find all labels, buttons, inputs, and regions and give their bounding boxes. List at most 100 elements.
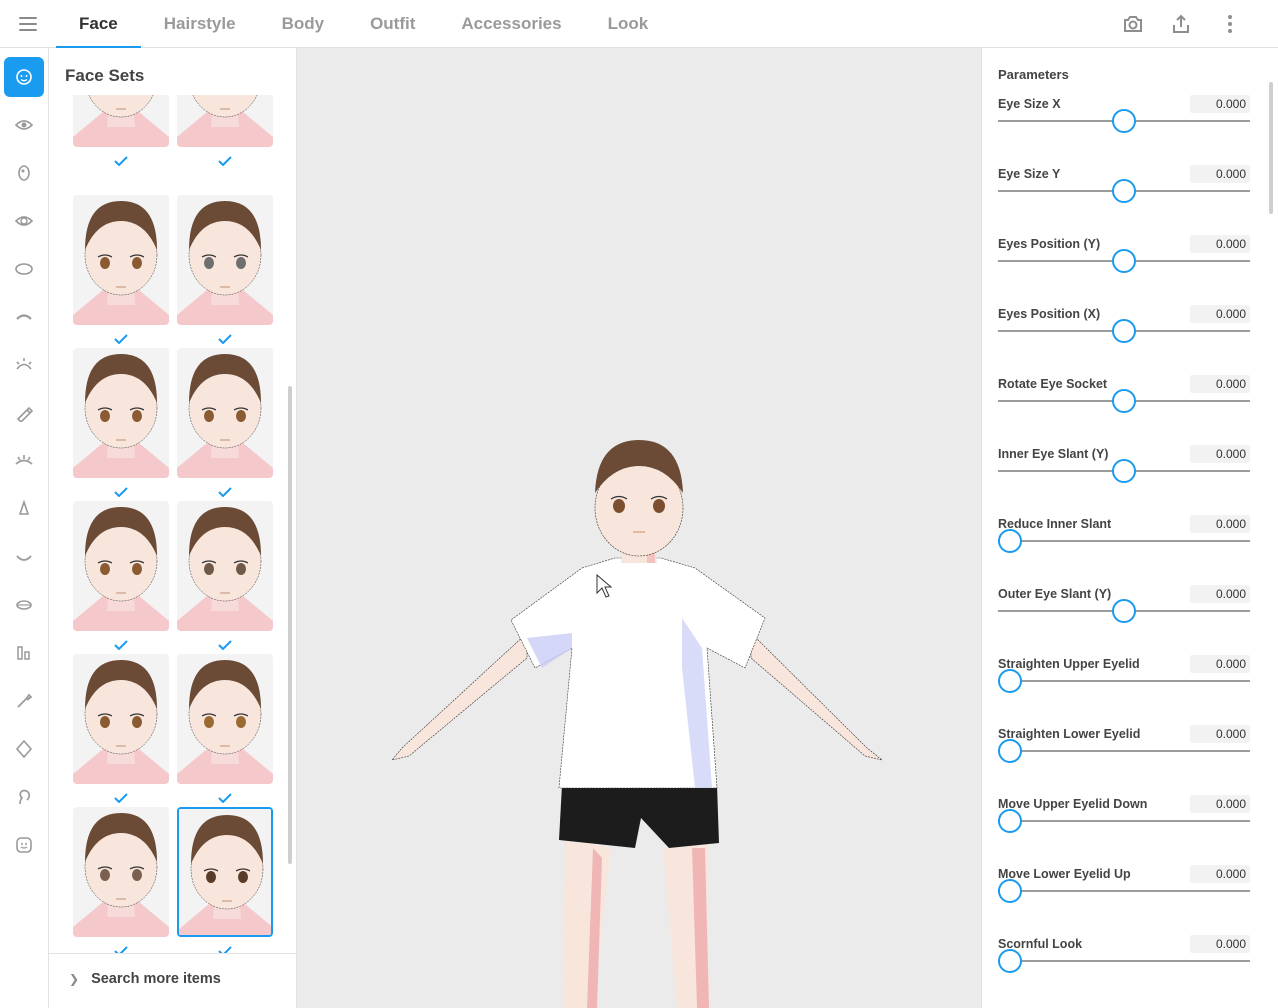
parameter-value-input[interactable]: 0.000 (1190, 165, 1250, 183)
parameter-row: Eyes Position (Y) 0.000 (998, 235, 1250, 307)
parameter-value-input[interactable]: 0.000 (1190, 935, 1250, 953)
slider-thumb[interactable] (1111, 389, 1136, 413)
parameters-title: Parameters (998, 67, 1069, 82)
parameter-row: Inner Eye Slant (Y) 0.000 (998, 445, 1250, 517)
slider-thumb[interactable] (1111, 459, 1136, 483)
face-set-thumbnail[interactable] (177, 654, 273, 784)
shorts (559, 785, 719, 848)
search-more-button[interactable]: ❯ Search more items (49, 953, 296, 1003)
parameter-row: Move Lower Eyelid Up 0.000 (998, 865, 1250, 937)
slider-track[interactable] (998, 680, 1250, 682)
parameter-value-input[interactable]: 0.000 (1190, 375, 1250, 393)
eye-icon[interactable] (4, 105, 44, 145)
slider-thumb[interactable] (1111, 599, 1136, 623)
face-set-icon[interactable] (4, 825, 44, 865)
tab-hairstyle[interactable]: Hairstyle (141, 0, 259, 48)
tab-body[interactable]: Body (259, 0, 348, 48)
parameter-value-input[interactable]: 0.000 (1190, 865, 1250, 883)
parameter-label: Straighten Upper Eyelid (998, 657, 1140, 671)
face-sets-panel: Face Sets ❯ Search more items (49, 48, 297, 1008)
slider-track[interactable] (998, 820, 1250, 822)
parameter-value-input[interactable]: 0.000 (1190, 725, 1250, 743)
slider-thumb[interactable] (998, 529, 1022, 553)
more-vert-icon[interactable] (1218, 12, 1242, 36)
eye-highlight-icon[interactable] (4, 201, 44, 241)
parameter-label: Eyes Position (X) (998, 307, 1101, 321)
parameter-value-input[interactable]: 0.000 (1190, 445, 1250, 463)
face-set-thumbnail[interactable] (73, 95, 169, 147)
parameter-row: Straighten Upper Eyelid 0.000 (998, 655, 1250, 727)
right-arm (750, 632, 883, 761)
eyelid-icon[interactable] (4, 441, 44, 481)
face-set-thumbnail[interactable] (73, 348, 169, 478)
menu-icon[interactable] (14, 12, 42, 36)
parameter-value-input[interactable]: 0.000 (1190, 95, 1250, 113)
parameter-row: Reduce Inner Slant 0.000 (998, 515, 1250, 587)
parameter-value-input[interactable]: 0.000 (1190, 795, 1250, 813)
slider-thumb[interactable] (998, 669, 1022, 693)
head-shape-icon[interactable] (4, 729, 44, 769)
eye-shape-icon[interactable] (4, 249, 44, 289)
avatar-viewport[interactable] (297, 48, 981, 1008)
check-icon (218, 153, 232, 167)
face-set-thumbnail[interactable] (73, 654, 169, 784)
slider-thumb[interactable] (1111, 249, 1136, 273)
slider-thumb[interactable] (998, 739, 1022, 763)
parameter-label: Eye Size Y (998, 167, 1061, 181)
avatar-model (391, 440, 883, 1008)
slider-thumb[interactable] (1111, 109, 1136, 133)
ear-icon[interactable] (4, 777, 44, 817)
mouth-icon[interactable] (4, 537, 44, 577)
tab-face[interactable]: Face (56, 0, 141, 49)
parameter-label: Eye Size X (998, 97, 1061, 111)
parameter-label: Eyes Position (Y) (998, 237, 1101, 251)
slider-track[interactable] (998, 750, 1250, 752)
parameter-label: Move Lower Eyelid Up (998, 867, 1131, 881)
parameter-row: Eyes Position (X) 0.000 (998, 305, 1250, 377)
eyebrow-icon[interactable] (4, 297, 44, 337)
slider-track[interactable] (998, 960, 1250, 962)
face-set-thumbnail[interactable] (73, 807, 169, 937)
check-icon (114, 331, 128, 345)
scrollbar[interactable] (288, 386, 292, 864)
nose-icon[interactable] (4, 489, 44, 529)
parameter-row: Outer Eye Slant (Y) 0.000 (998, 585, 1250, 657)
brush-icon[interactable] (4, 681, 44, 721)
slider-track[interactable] (998, 540, 1250, 542)
eyeliner-icon[interactable] (4, 393, 44, 433)
tab-outfit[interactable]: Outfit (347, 0, 438, 48)
teeth-icon[interactable] (4, 633, 44, 673)
face-set-thumbnail[interactable] (177, 195, 273, 325)
tab-look[interactable]: Look (585, 0, 672, 48)
slider-thumb[interactable] (998, 879, 1022, 903)
slider-thumb[interactable] (998, 949, 1022, 973)
check-icon (114, 790, 128, 804)
tab-bar: Face Hairstyle Body Outfit Accessories Look (56, 0, 672, 49)
face-set-thumbnail[interactable] (177, 95, 273, 147)
face-set-thumbnail[interactable] (177, 348, 273, 478)
face-set-thumbnail[interactable] (177, 501, 273, 631)
camera-icon[interactable] (1121, 12, 1145, 36)
parameter-value-input[interactable]: 0.000 (1190, 655, 1250, 673)
parameter-value-input[interactable]: 0.000 (1190, 585, 1250, 603)
parameters-panel: Parameters Eye Size X 0.000 Eye Size Y 0.00… (981, 48, 1278, 1008)
face-set-thumbnail[interactable] (73, 195, 169, 325)
check-icon (218, 331, 232, 345)
face-set-thumbnail[interactable] (73, 501, 169, 631)
check-icon (114, 153, 128, 167)
parameter-value-input[interactable]: 0.000 (1190, 305, 1250, 323)
slider-thumb[interactable] (998, 809, 1022, 833)
tab-accessories[interactable]: Accessories (438, 0, 584, 48)
face-icon[interactable] (4, 57, 44, 97)
eyelash-icon[interactable] (4, 345, 44, 385)
iris-icon[interactable] (4, 153, 44, 193)
parameter-value-input[interactable]: 0.000 (1190, 515, 1250, 533)
slider-track[interactable] (998, 890, 1250, 892)
lips-icon[interactable] (4, 585, 44, 625)
parameter-value-input[interactable]: 0.000 (1190, 235, 1250, 253)
slider-thumb[interactable] (1111, 319, 1136, 343)
slider-thumb[interactable] (1111, 179, 1136, 203)
share-icon[interactable] (1169, 12, 1193, 36)
face-set-thumbnail[interactable] (177, 807, 273, 937)
scrollbar[interactable] (1269, 82, 1273, 214)
